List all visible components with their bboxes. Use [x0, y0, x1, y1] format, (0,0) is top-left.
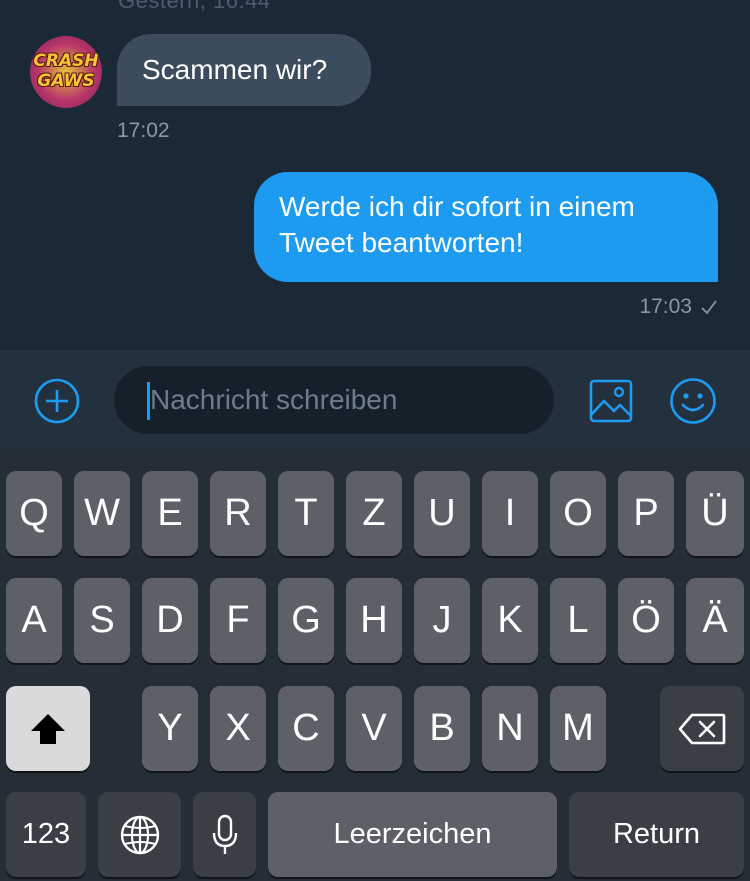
outgoing-message-time: 17:03 [639, 295, 692, 318]
globe-key[interactable] [98, 792, 181, 877]
key-e[interactable]: E [142, 471, 198, 556]
key-g[interactable]: G [278, 578, 334, 663]
key-l[interactable]: L [550, 578, 606, 663]
avatar-logo-line2: GAWS [37, 71, 95, 91]
onscreen-keyboard: Q W E R T Z U I O P Ü A S D F G H J K L … [0, 450, 750, 881]
key-i[interactable]: I [482, 471, 538, 556]
key-a[interactable]: A [6, 578, 62, 663]
incoming-message-bubble[interactable]: Scammen wir? [117, 34, 371, 106]
microphone-key[interactable] [193, 792, 256, 877]
check-icon [701, 300, 717, 315]
previous-timestamp: Gestern, 16:44 [118, 0, 271, 13]
avatar[interactable]: CRASH GAWS [30, 36, 102, 108]
globe-icon [120, 815, 159, 854]
avatar-logo-line1: CRASH [33, 51, 99, 71]
return-key[interactable]: Return [569, 792, 744, 877]
key-t[interactable]: T [278, 471, 334, 556]
plus-circle-icon[interactable] [34, 378, 80, 424]
key-p[interactable]: P [618, 471, 674, 556]
emoji-icon[interactable] [669, 377, 717, 425]
image-icon[interactable] [589, 379, 633, 423]
key-s[interactable]: S [74, 578, 130, 663]
key-ae[interactable]: Ä [686, 578, 744, 663]
key-q[interactable]: Q [6, 471, 62, 556]
key-u[interactable]: U [414, 471, 470, 556]
key-d[interactable]: D [142, 578, 198, 663]
key-y[interactable]: Y [142, 686, 198, 771]
outgoing-message-status: 17:03 [639, 295, 718, 319]
backspace-icon [678, 713, 726, 744]
message-thread[interactable]: Gestern, 16:44 CRASH GAWS Scammen wir? 1… [0, 0, 750, 350]
dm-conversation-screen: Gestern, 16:44 CRASH GAWS Scammen wir? 1… [0, 0, 750, 881]
key-o[interactable]: O [550, 471, 606, 556]
message-input-placeholder: Nachricht schreiben [150, 384, 398, 415]
key-h[interactable]: H [346, 578, 402, 663]
key-b[interactable]: B [414, 686, 470, 771]
key-oe[interactable]: Ö [618, 578, 674, 663]
key-j[interactable]: J [414, 578, 470, 663]
key-x[interactable]: X [210, 686, 266, 771]
key-v[interactable]: V [346, 686, 402, 771]
key-r[interactable]: R [210, 471, 266, 556]
key-c[interactable]: C [278, 686, 334, 771]
key-w[interactable]: W [74, 471, 130, 556]
key-f[interactable]: F [210, 578, 266, 663]
shift-key[interactable] [6, 686, 90, 771]
key-ue[interactable]: Ü [686, 471, 744, 556]
outgoing-message-line2: Tweet beantworten! [279, 227, 524, 258]
numbers-key[interactable]: 123 [6, 792, 86, 877]
key-n[interactable]: N [482, 686, 538, 771]
outgoing-message-line1: Werde ich dir sofort in einem [279, 191, 635, 222]
space-key[interactable]: Leerzeichen [268, 792, 557, 877]
incoming-message-time: 17:02 [117, 119, 170, 142]
microphone-icon [212, 814, 237, 854]
shift-icon [31, 713, 65, 744]
key-m[interactable]: M [550, 686, 606, 771]
key-k[interactable]: K [482, 578, 538, 663]
outgoing-message-bubble[interactable]: Werde ich dir sofort in einem Tweet bean… [254, 172, 718, 282]
backspace-key[interactable] [660, 686, 744, 771]
key-z[interactable]: Z [346, 471, 402, 556]
